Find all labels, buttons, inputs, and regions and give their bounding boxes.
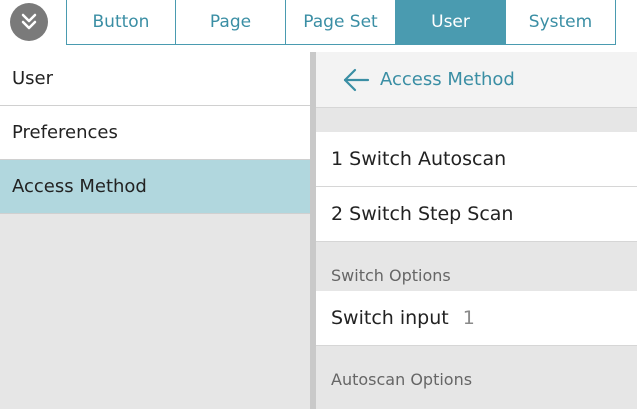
tab-button[interactable]: Button xyxy=(67,0,176,44)
sidebar: User Preferences Access Method xyxy=(0,52,310,409)
arrow-left-icon[interactable] xyxy=(342,68,370,92)
option-label: 1 Switch Autoscan xyxy=(331,148,507,170)
double-chevron-down-icon xyxy=(21,13,37,30)
switch-input-value: 1 xyxy=(462,307,475,329)
option-label: 2 Switch Step Scan xyxy=(331,203,514,225)
sidebar-item-label: User xyxy=(12,68,54,89)
option-1-switch-autoscan[interactable]: 1 Switch Autoscan xyxy=(316,132,637,187)
panel-title: Access Method xyxy=(380,69,515,90)
sidebar-item-access-method[interactable]: Access Method xyxy=(0,160,310,214)
tab-page-set[interactable]: Page Set xyxy=(286,0,396,44)
section-label-autoscan-options: Autoscan Options xyxy=(331,370,473,389)
collapse-menu-button[interactable] xyxy=(10,3,48,41)
section-label-switch-options: Switch Options xyxy=(331,266,451,285)
top-bar: Button Page Page Set User System xyxy=(0,0,637,52)
tab-bar: Button Page Page Set User System xyxy=(66,0,616,45)
switch-input-label: Switch input xyxy=(331,307,449,329)
option-2-switch-step-scan[interactable]: 2 Switch Step Scan xyxy=(316,187,637,242)
switch-input-row[interactable]: Switch input 1 xyxy=(316,291,637,346)
panel-header: Access Method xyxy=(316,52,637,108)
sidebar-item-user[interactable]: User xyxy=(0,52,310,106)
access-method-panel: Access Method 1 Switch Autoscan 2 Switch… xyxy=(316,52,637,409)
sidebar-item-label: Preferences xyxy=(12,122,118,143)
tab-page[interactable]: Page xyxy=(176,0,286,44)
tab-system[interactable]: System xyxy=(506,0,615,44)
tab-user[interactable]: User xyxy=(396,0,506,44)
sidebar-item-label: Access Method xyxy=(12,176,147,197)
sidebar-item-preferences[interactable]: Preferences xyxy=(0,106,310,160)
